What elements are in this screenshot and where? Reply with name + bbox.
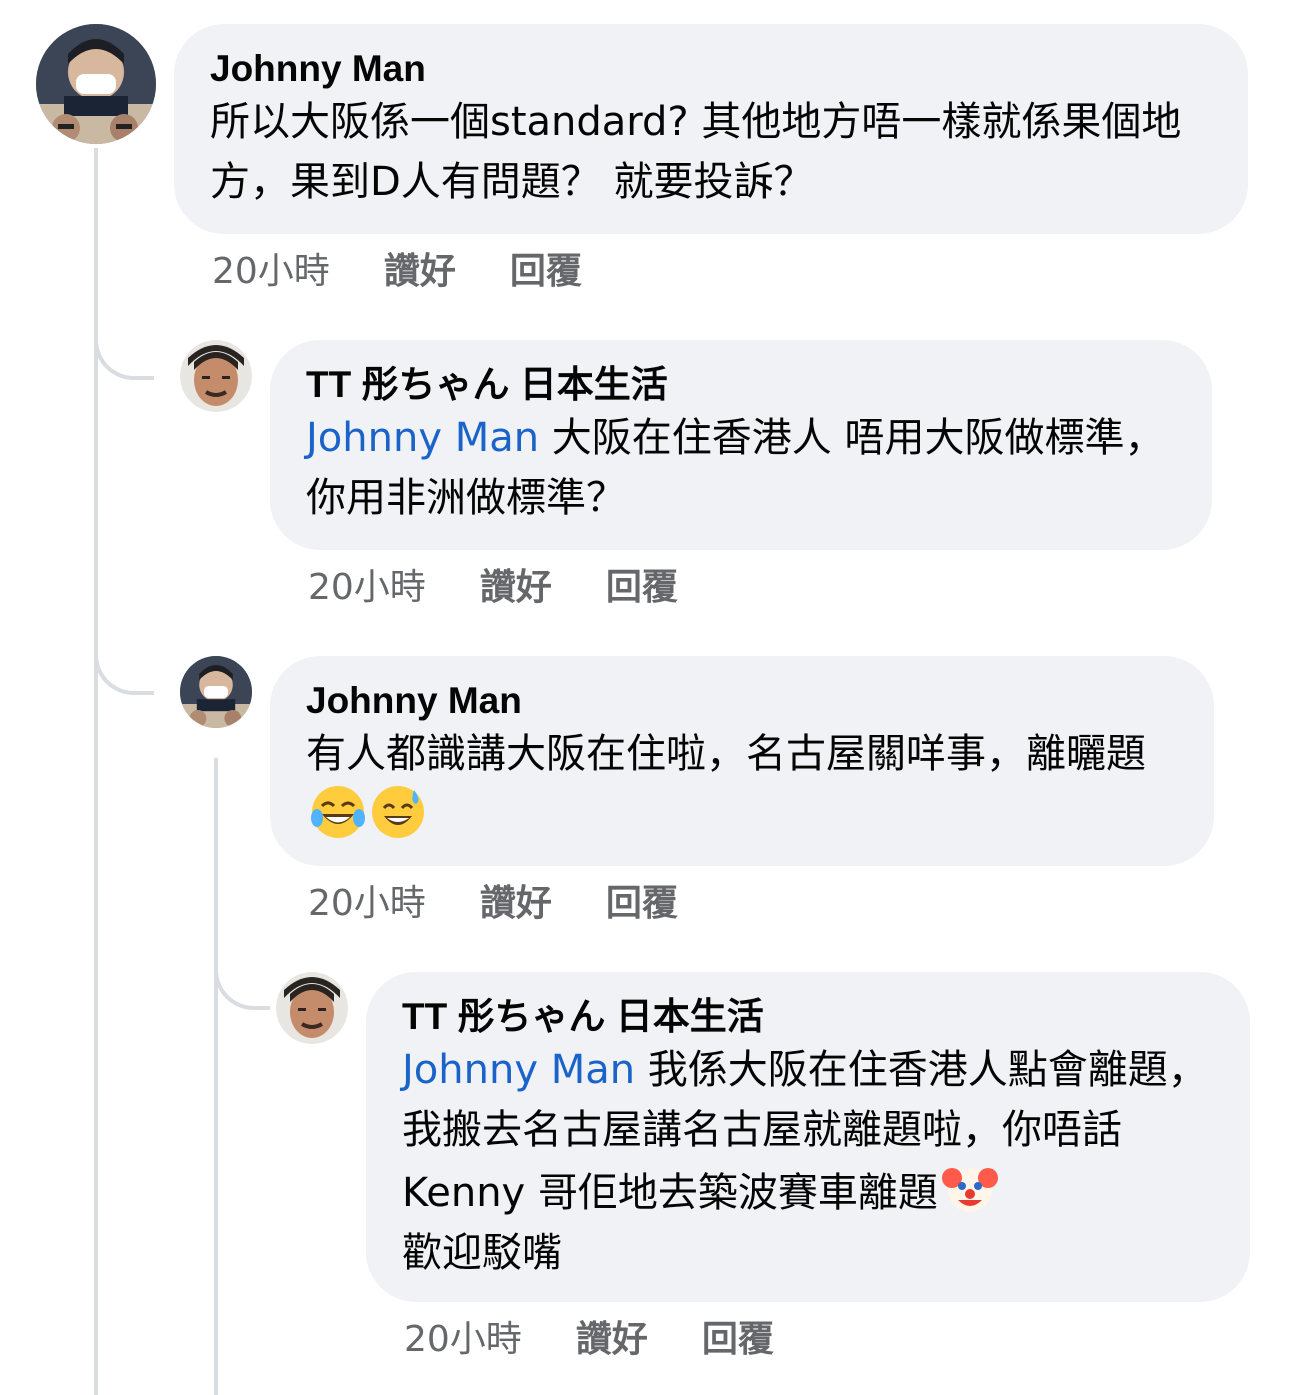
comment-text: 所以大阪係一個standard? 其他地方唔一樣就係果個地方，果到D人有問題？ … — [210, 99, 1182, 205]
avatar-johnny-icon[interactable] — [180, 656, 252, 728]
comment-text: 有人都識講大阪在住啦，名古屋關咩事，離曬題 — [306, 724, 1178, 847]
thread-connector-2 — [94, 645, 154, 695]
reply-button[interactable]: 回覆 — [702, 1319, 774, 1360]
comment-author[interactable]: TT 彤ちゃん 日本生活 — [402, 994, 1214, 1040]
comment-meta: 20小時 讚好 回覆 — [308, 882, 678, 926]
thread-line-nested — [214, 758, 218, 1395]
mention-link[interactable]: Johnny Man — [402, 1047, 635, 1093]
comment-body-tail: 歡迎駁嘴 — [402, 1230, 562, 1276]
sweat-smile-emoji — [370, 784, 426, 840]
like-button[interactable]: 讚好 — [480, 567, 552, 608]
comment-bubble: Johnny Man 有人都識講大阪在住啦，名古屋關咩事，離曬題 — [270, 656, 1214, 866]
comment-time[interactable]: 20小時 — [212, 251, 330, 292]
comment-author[interactable]: Johnny Man — [210, 46, 1212, 92]
avatar-tt-icon[interactable] — [276, 972, 348, 1044]
comment-author[interactable]: TT 彤ちゃん 日本生活 — [306, 362, 1176, 408]
comment-author[interactable]: Johnny Man — [306, 678, 1178, 724]
comment-time[interactable]: 20小時 — [308, 567, 426, 608]
thread-connector-3 — [214, 960, 270, 1010]
comment-time[interactable]: 20小時 — [308, 883, 426, 924]
reply-button[interactable]: 回覆 — [606, 883, 678, 924]
reply-button[interactable]: 回覆 — [510, 251, 582, 292]
comment-bubble: Johnny Man 所以大阪係一個standard? 其他地方唔一樣就係果個地… — [174, 24, 1248, 234]
comment-meta: 20小時 讚好 回覆 — [212, 250, 582, 294]
like-button[interactable]: 讚好 — [384, 251, 456, 292]
mention-link[interactable]: Johnny Man — [306, 415, 539, 461]
comment-time[interactable]: 20小時 — [404, 1319, 522, 1360]
comment-meta: 20小時 讚好 回覆 — [404, 1318, 774, 1362]
clown-face-emoji — [941, 1160, 998, 1216]
comment-bubble: TT 彤ちゃん 日本生活 Johnny Man 大阪在住香港人 唔用大阪做標準，… — [270, 340, 1212, 550]
avatar-johnny-icon[interactable] — [36, 24, 156, 144]
comment-bubble: TT 彤ちゃん 日本生活 Johnny Man 我係大阪在住香港人點會離題，我搬… — [366, 972, 1250, 1302]
like-button[interactable]: 讚好 — [576, 1319, 648, 1360]
comment-text: Johnny Man 大阪在住香港人 唔用大阪做標準，你用非洲做標準？ — [306, 408, 1176, 528]
comment-meta: 20小時 讚好 回覆 — [308, 566, 678, 610]
laughing-tears-emoji — [310, 784, 366, 840]
comment-text: Johnny Man 我係大阪在住香港人點會離題，我搬去名古屋講名古屋就離題啦，… — [402, 1040, 1214, 1283]
reply-button[interactable]: 回覆 — [606, 567, 678, 608]
thread-connector-1 — [94, 330, 154, 380]
comment-body: 有人都識講大阪在住啦，名古屋關咩事，離曬題 — [306, 731, 1146, 777]
like-button[interactable]: 讚好 — [480, 883, 552, 924]
avatar-tt-icon[interactable] — [180, 340, 252, 412]
